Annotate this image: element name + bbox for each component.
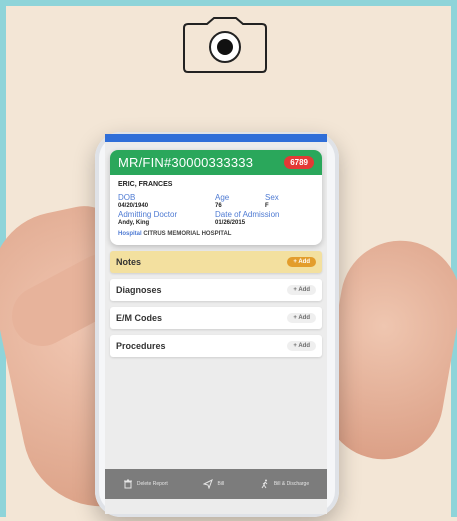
procedures-add-button[interactable]: + Add — [287, 341, 316, 351]
age-value: 76 — [215, 203, 222, 209]
patient-card[interactable]: MR/FIN#30000333333 6789 ERIC, FRANCES DO… — [110, 150, 322, 245]
patient-value-row-1: 04/20/1940 76 F — [118, 203, 314, 209]
bill-discharge-label: Bill & Discharge — [273, 481, 310, 487]
patient-card-header: MR/FIN#30000333333 6789 — [110, 150, 322, 175]
patient-value-row-2: Andy, King 01/26/2015 — [118, 220, 314, 226]
em-codes-label: E/M Codes — [116, 313, 163, 323]
notes-label: Notes — [116, 257, 142, 267]
date-of-admission-value: 01/26/2015 — [215, 220, 246, 226]
send-icon — [203, 479, 214, 489]
bill-discharge-button[interactable]: Bill & Discharge — [260, 479, 309, 489]
sex-label: Sex — [265, 193, 279, 202]
app-topbar — [105, 134, 327, 142]
bill-button[interactable]: Bill — [203, 479, 224, 489]
notes-add-button[interactable]: + Add — [287, 257, 316, 267]
hospital-value: CITRUS MEMORIAL HOSPITAL — [143, 231, 232, 237]
bill-label: Bill — [217, 481, 225, 487]
em-codes-add-button[interactable]: + Add — [287, 313, 316, 323]
age-label: Age — [215, 193, 230, 202]
patient-label-row-2: Admitting Doctor Date of Admission — [118, 210, 314, 219]
em-codes-section[interactable]: E/M Codes + Add — [110, 307, 322, 329]
camera-icon — [183, 17, 267, 73]
bottom-action-bar: Delete Report Bill Bill & Discharge — [105, 469, 327, 499]
admitting-doctor-label: Admitting Doctor — [118, 210, 178, 219]
delete-report-button[interactable]: Delete Report — [123, 479, 168, 489]
status-badge: 6789 — [284, 156, 314, 169]
walking-person-icon — [261, 479, 268, 489]
phone-device: MR/FIN#30000333333 6789 ERIC, FRANCES DO… — [95, 132, 339, 517]
phone-screen: MR/FIN#30000333333 6789 ERIC, FRANCES DO… — [105, 134, 327, 514]
sex-value: F — [265, 203, 269, 209]
procedures-label: Procedures — [116, 341, 166, 351]
procedures-section[interactable]: Procedures + Add — [110, 335, 322, 357]
diagnoses-section[interactable]: Diagnoses + Add — [110, 279, 322, 301]
delete-report-label: Delete Report — [136, 481, 168, 487]
notes-section[interactable]: Notes + Add — [110, 251, 322, 273]
hospital-label: Hospital — [118, 231, 142, 237]
diagnoses-add-button[interactable]: + Add — [287, 285, 316, 295]
mrn-label: MR/FIN#30000333333 — [118, 155, 254, 170]
dob-value: 04/20/1940 — [118, 203, 149, 209]
dob-label: DOB — [118, 193, 136, 202]
diagnoses-label: Diagnoses — [116, 285, 162, 295]
patient-name: ERIC, FRANCES — [118, 181, 173, 188]
hospital-line: Hospital CITRUS MEMORIAL HOSPITAL — [118, 231, 314, 237]
trash-icon — [123, 479, 132, 489]
date-of-admission-label: Date of Admission — [215, 210, 280, 219]
patient-card-body: ERIC, FRANCES DOB Age Sex 04/20/1940 76 … — [110, 175, 322, 245]
patient-label-row-1: DOB Age Sex — [118, 193, 314, 202]
admitting-doctor-value: Andy, King — [118, 220, 150, 226]
